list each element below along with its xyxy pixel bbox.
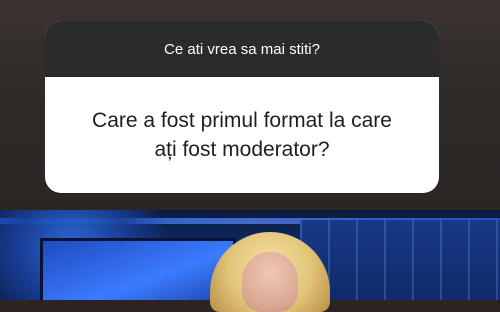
answer-line: ați fost moderator? [154,138,330,161]
presenter-photo [210,232,330,312]
question-sticker[interactable]: Ce ati vrea sa mai stiti? Care a fost pr… [45,21,439,193]
answer-line: Care a fost primul format la care [92,109,392,132]
studio-wall-panels [300,220,500,300]
studio-monitor [40,238,236,300]
question-answer: Care a fost primul format la care ați fo… [45,77,439,193]
question-prompt: Ce ati vrea sa mai stiti? [45,21,439,77]
presenter-face [242,252,298,312]
